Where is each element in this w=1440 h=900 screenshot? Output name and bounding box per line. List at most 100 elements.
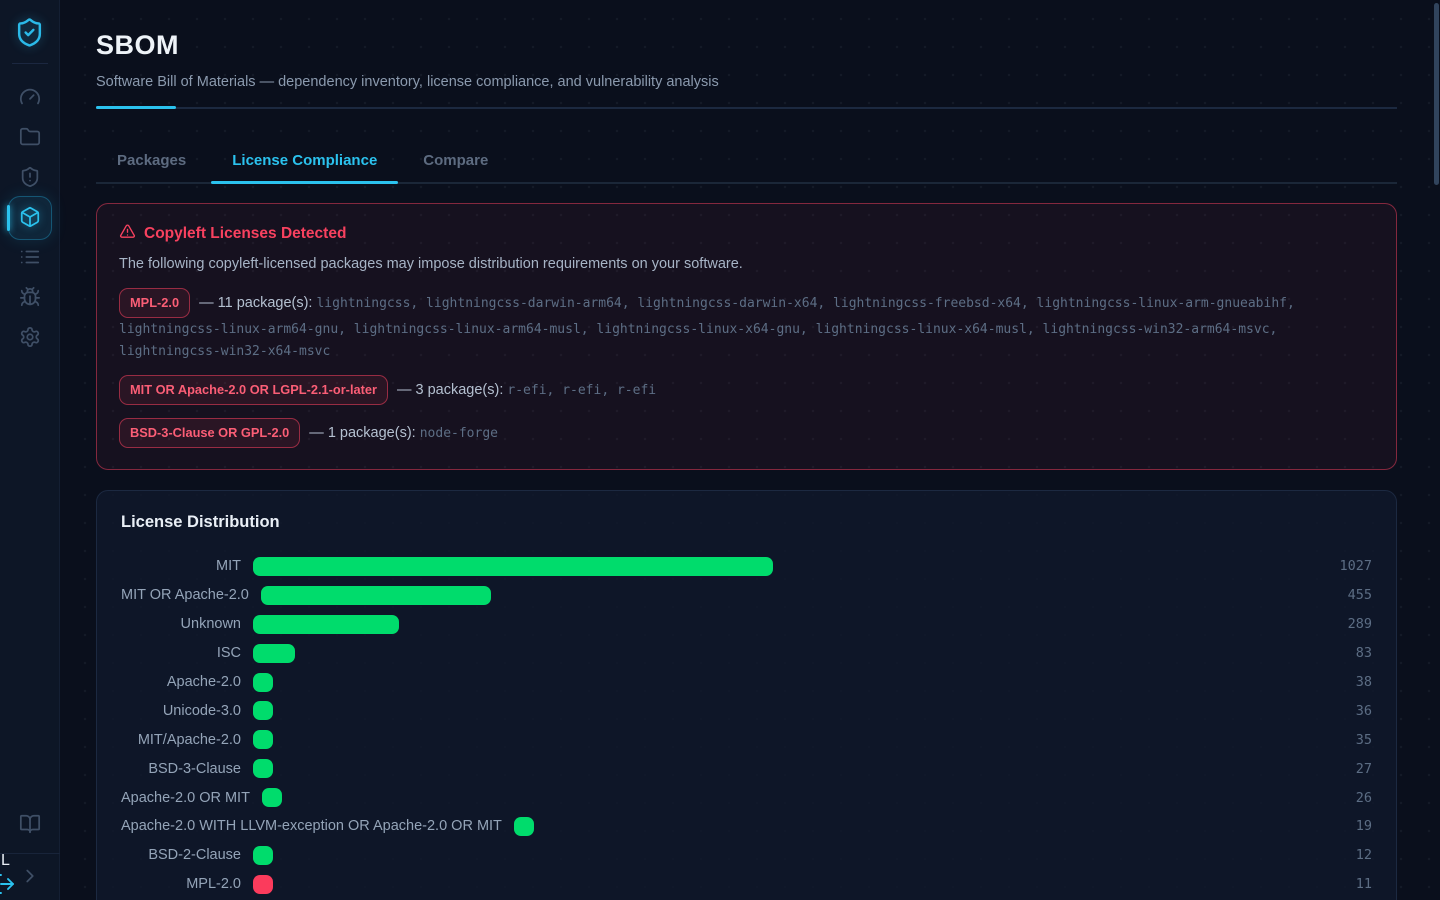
- chart-row-label: Apache-2.0: [121, 674, 241, 690]
- gauge-icon: [19, 86, 41, 111]
- chart-row: Unicode-3.0 36: [121, 696, 1372, 725]
- chart-row-label: Unicode-3.0: [121, 703, 241, 719]
- folder-icon: [19, 126, 41, 151]
- page-subtitle: Software Bill of Materials — dependency …: [96, 74, 1397, 90]
- sidebar-divider: [12, 63, 48, 64]
- chart-row-value: 38: [1306, 674, 1372, 690]
- package-count: — 1 package(s):: [309, 425, 419, 441]
- sidebar-item-projects[interactable]: [8, 118, 52, 158]
- chart-row-value: 1027: [1306, 558, 1372, 574]
- package-list: node-forge: [420, 426, 498, 441]
- chart-row: MIT OR Apache-2.0455: [121, 581, 1372, 610]
- sidebar-item-dashboard[interactable]: [8, 78, 52, 118]
- license-group: BSD-3-Clause OR GPL-2.0 — 1 package(s): n…: [119, 418, 1374, 448]
- warning-description: The following copyleft-licensed packages…: [119, 256, 1374, 272]
- chart-row-value: 35: [1306, 732, 1372, 748]
- chart-bar: [253, 701, 273, 720]
- chart-bar: [253, 759, 273, 778]
- book-open-icon: [19, 813, 41, 838]
- chart-rows: MIT1027MIT OR Apache-2.0455Unknown289ISC…: [121, 552, 1372, 900]
- chart-bar: [253, 730, 273, 749]
- chart-bar: [253, 846, 273, 865]
- chart-row-value: 36: [1306, 703, 1372, 719]
- chart-bar-track: [253, 701, 1306, 720]
- chart-bar-track: [253, 730, 1306, 749]
- chart-row-label: MIT OR Apache-2.0: [121, 587, 249, 603]
- chart-title: License Distribution: [121, 513, 1372, 532]
- chart-row-label: Apache-2.0 OR MIT: [121, 790, 250, 806]
- package-count: — 11 package(s):: [199, 295, 316, 311]
- sidebar-item-docs[interactable]: [8, 805, 52, 845]
- sidebar-item-sbom[interactable]: [8, 196, 52, 240]
- chart-row: Unknown289: [121, 610, 1372, 639]
- chart-bar: [253, 615, 399, 634]
- chart-bar: [514, 817, 534, 836]
- chart-bar: [253, 644, 295, 663]
- chart-row: MIT/Apache-2.035: [121, 725, 1372, 754]
- chart-row-value: 11: [1306, 876, 1372, 892]
- shield-check-icon: [14, 17, 45, 51]
- chart-bar-track: [253, 644, 1306, 663]
- chart-bar-track: [262, 788, 1306, 807]
- chart-bar: [253, 875, 273, 894]
- chart-row-value: 289: [1306, 616, 1372, 632]
- chart-row: Apache-2.0 OR MIT 26: [121, 783, 1372, 812]
- chart-row-value: 19: [1306, 818, 1372, 834]
- sidebar-nav: [8, 78, 52, 358]
- chart-row-value: 27: [1306, 761, 1372, 777]
- tab-packages[interactable]: Packages: [96, 143, 207, 182]
- chart-row-value: 83: [1306, 645, 1372, 661]
- license-group: MPL-2.0— 11 package(s): lightningcss, li…: [119, 288, 1374, 362]
- warning-groups: MPL-2.0— 11 package(s): lightningcss, li…: [119, 288, 1374, 448]
- app-window: L SBOM Software Bill of Materials — depe…: [0, 0, 1440, 900]
- chart-row-label: BSD-2-Clause: [121, 847, 241, 863]
- bug-icon: [19, 286, 41, 311]
- chart-row-label: ISC: [121, 645, 241, 661]
- package-list: r-efi, r-efi, r-efi: [507, 383, 656, 398]
- chart-bar-track: [253, 846, 1306, 865]
- chart-bar-track: [253, 615, 1306, 634]
- chart-row-label: BSD-3-Clause: [121, 761, 241, 777]
- tab-compare[interactable]: Compare: [402, 143, 509, 182]
- chart-row: MIT 1027: [121, 552, 1372, 581]
- sidebar-item-reports[interactable]: [8, 238, 52, 278]
- chart-bar: [261, 586, 491, 605]
- chart-row: MPL-2.0 11: [121, 870, 1372, 899]
- app-logo[interactable]: [10, 14, 50, 54]
- sidebar-item-settings[interactable]: [8, 318, 52, 358]
- vertical-scrollbar[interactable]: [1434, 3, 1439, 185]
- list-icon: [19, 246, 41, 271]
- triangle-alert-icon: [119, 223, 136, 245]
- sidebar-item-issues[interactable]: [8, 278, 52, 318]
- chart-bar-track: [514, 817, 1306, 836]
- gear-icon: [19, 326, 41, 351]
- tab-license-compliance[interactable]: License Compliance: [211, 143, 398, 182]
- copyleft-warning-panel: Copyleft Licenses Detected The following…: [96, 203, 1397, 470]
- main-content: SBOM Software Bill of Materials — depend…: [60, 0, 1440, 900]
- chart-row-label: MPL-2.0: [121, 876, 241, 892]
- page-title: SBOM: [96, 30, 1397, 61]
- chart-row-label: MIT: [121, 558, 241, 574]
- warning-title: Copyleft Licenses Detected: [144, 225, 346, 243]
- chart-row-value: 12: [1306, 847, 1372, 863]
- chart-row-label: Apache-2.0 WITH LLVM-exception OR Apache…: [121, 818, 502, 834]
- chart-row-value: 26: [1306, 790, 1372, 806]
- tab-bar: PackagesLicense ComplianceCompare: [96, 143, 1397, 184]
- header-rule: [96, 107, 1397, 109]
- chart-row: Apache-2.0 38: [121, 668, 1372, 697]
- chart-row: Apache-2.0 WITH LLVM-exception OR Apache…: [121, 812, 1372, 841]
- chart-bar-track: [253, 875, 1306, 894]
- chart-row: ISC 83: [121, 639, 1372, 668]
- chart-row: BSD-2-Clause 12: [121, 841, 1372, 870]
- license-distribution-panel: License Distribution MIT 1027 MIT OR Apach…: [96, 490, 1397, 900]
- sidebar-item-vulnerabilities[interactable]: [8, 158, 52, 198]
- shield-alert-icon: [19, 166, 41, 191]
- chart-bar-track: [253, 557, 1306, 576]
- chart-bar-track: [261, 586, 1306, 605]
- chart-bar: [262, 788, 282, 807]
- sidebar: L: [0, 0, 60, 900]
- license-badge: BSD-3-Clause OR GPL-2.0: [119, 418, 300, 448]
- logout-icon[interactable]: [0, 872, 16, 896]
- package-count: — 3 package(s):: [397, 382, 507, 398]
- chart-bar-track: [253, 759, 1306, 778]
